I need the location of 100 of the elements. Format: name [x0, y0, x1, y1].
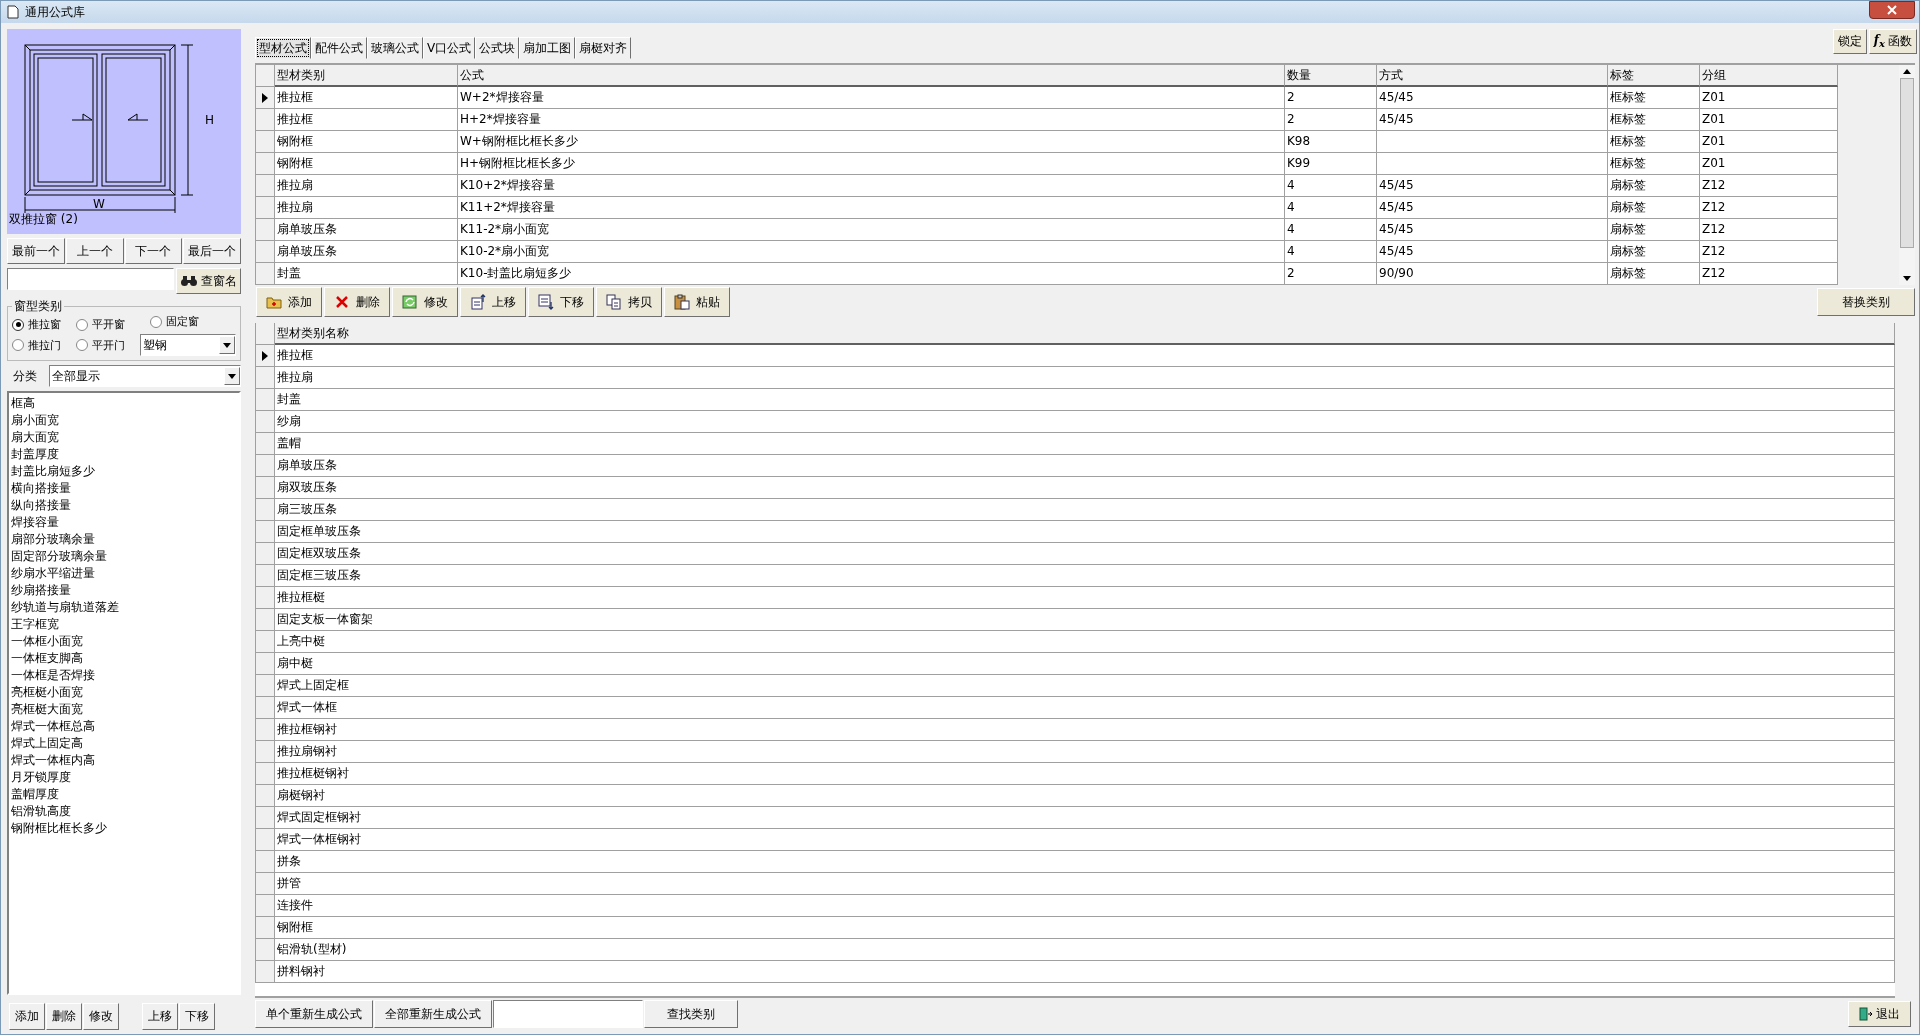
regenerate-button[interactable]: 全部重新生成公式 [374, 1000, 492, 1028]
list-action-button[interactable]: 添加 [9, 1003, 45, 1030]
parameter-item[interactable]: 焊接容量 [11, 514, 237, 531]
table-cell: 框标签 [1608, 153, 1700, 175]
scroll-down-icon[interactable] [1903, 276, 1911, 281]
replace-category-button[interactable]: 替换类别 [1817, 288, 1915, 316]
list-action-button[interactable]: 修改 [83, 1003, 119, 1030]
tab[interactable]: 配件公式 [311, 37, 367, 59]
radio-option[interactable]: 平开窗 [76, 317, 140, 332]
find-category-field[interactable] [493, 1000, 643, 1028]
parameter-item[interactable]: 月牙锁厚度 [11, 769, 237, 786]
parameter-item[interactable]: 一体框小面宽 [11, 633, 237, 650]
exit-button[interactable]: 退出 [1848, 1001, 1911, 1027]
parameter-item[interactable]: 扇小面宽 [11, 412, 237, 429]
down-icon [538, 294, 554, 310]
dropdown-arrow-icon [228, 373, 236, 379]
parameter-item[interactable]: 一体框是否焊接 [11, 667, 237, 684]
parameter-item[interactable]: 纱轨道与扇轨道落差 [11, 599, 237, 616]
table-cell: 推拉扇 [275, 367, 1895, 389]
category-dropdown[interactable]: 全部显示 [49, 365, 241, 387]
paste-button[interactable]: 粘贴 [664, 287, 730, 317]
parameter-item[interactable]: 框高 [11, 395, 237, 412]
parameter-item[interactable]: 扇大面宽 [11, 429, 237, 446]
radio-option[interactable]: 推拉门 [12, 337, 76, 353]
column-header[interactable]: 公式 [458, 65, 1285, 87]
tab[interactable]: 扇梃对齐 [575, 37, 632, 59]
parameter-item[interactable]: 焊式上固定高 [11, 735, 237, 752]
up-button[interactable]: 上移 [460, 287, 526, 317]
paste-icon [674, 294, 690, 310]
navigation-button[interactable]: 最前一个 [7, 238, 65, 264]
radio-option[interactable]: 平开门 [76, 337, 140, 353]
dropdown-arrow-icon [223, 342, 231, 348]
column-header[interactable]: 分组 [1700, 65, 1838, 87]
parameter-item[interactable]: 钢附框比框长多少 [11, 820, 237, 837]
tab[interactable]: 扇加工图 [519, 37, 576, 59]
navigation-button[interactable]: 最后一个 [183, 238, 241, 264]
column-header[interactable]: 数量 [1285, 65, 1377, 87]
parameter-item[interactable]: 盖帽厚度 [11, 786, 237, 803]
copy-icon [606, 294, 622, 310]
tab[interactable]: 公式块 [475, 37, 520, 59]
parameter-item[interactable]: 固定部分玻璃余量 [11, 548, 237, 565]
parameter-item[interactable]: 纱扇搭接量 [11, 582, 237, 599]
tab[interactable]: 玻璃公式 [367, 37, 423, 59]
close-button[interactable] [1869, 1, 1915, 19]
parameter-item[interactable]: 封盖厚度 [11, 446, 237, 463]
radio-option[interactable]: 推拉窗 [12, 317, 76, 332]
table-cell: 推拉框 [275, 87, 458, 109]
parameter-item[interactable]: 亮框梃小面宽 [11, 684, 237, 701]
radio-option[interactable]: 固定窗 [150, 314, 236, 329]
row-header[interactable] [255, 87, 275, 109]
exit-door-icon [1859, 1007, 1873, 1021]
parameter-item[interactable]: 封盖比扇短多少 [11, 463, 237, 480]
navigation-button[interactable]: 上一个 [65, 238, 124, 264]
parameter-item[interactable]: 铝滑轨高度 [11, 803, 237, 820]
document-icon [7, 5, 19, 19]
scrollbar[interactable] [1899, 65, 1915, 285]
category-label: 分类 [13, 367, 37, 385]
table-cell: K11-2*扇小面宽 [458, 219, 1285, 241]
scroll-up-icon[interactable] [1903, 69, 1911, 74]
parameter-item[interactable]: 横向搭接量 [11, 480, 237, 497]
width-label: W [93, 197, 105, 211]
list-action-button[interactable]: 上移 [142, 1003, 178, 1030]
lock-button[interactable]: 锁定 [1832, 29, 1867, 54]
function-button[interactable]: f$_{x}$ 函数 [1868, 29, 1917, 54]
navigation-button[interactable]: 下一个 [124, 238, 183, 264]
table-cell: Z12 [1700, 241, 1838, 263]
regenerate-button[interactable]: 单个重新生成公式 [255, 1000, 373, 1028]
delete-button[interactable]: 删除 [324, 287, 390, 317]
table-cell: 扇标签 [1608, 197, 1700, 219]
parameter-item[interactable]: 一体框支脚高 [11, 650, 237, 667]
window-name-field[interactable] [7, 268, 174, 290]
table-cell: 钢附框 [275, 153, 458, 175]
table-cell: K10-封盖比扇短多少 [458, 263, 1285, 285]
add-button[interactable]: 添加 [256, 287, 322, 317]
parameter-item[interactable]: 纱扇水平缩进量 [11, 565, 237, 582]
find-category-button[interactable]: 查找类别 [644, 1000, 738, 1028]
parameter-item[interactable]: 纵向搭接量 [11, 497, 237, 514]
parameter-item[interactable]: 焊式一体框内高 [11, 752, 237, 769]
down-button[interactable]: 下移 [528, 287, 594, 317]
list-action-button[interactable]: 下移 [179, 1003, 215, 1030]
column-header[interactable]: 型材类别 [275, 65, 458, 87]
parameter-item[interactable]: 焊式一体框总高 [11, 718, 237, 735]
material-dropdown[interactable]: 塑钢 [140, 334, 236, 356]
column-header[interactable]: 型材类别名称 [275, 323, 1895, 345]
table-cell: 4 [1285, 219, 1377, 241]
tab[interactable]: 型材公式 [255, 37, 311, 59]
column-header[interactable]: 方式 [1377, 65, 1608, 87]
list-action-button[interactable]: 删除 [46, 1003, 82, 1030]
row-header[interactable] [255, 345, 275, 367]
tab[interactable]: V口公式 [423, 37, 476, 59]
parameter-item[interactable]: 王字框宽 [11, 616, 237, 633]
parameter-item[interactable]: 扇部分玻璃余量 [11, 531, 237, 548]
parameter-item[interactable]: 亮框梃大面宽 [11, 701, 237, 718]
column-header[interactable]: 标签 [1608, 65, 1700, 87]
table-cell: 扇单玻压条 [275, 219, 458, 241]
row-header [255, 323, 275, 345]
find-window-button[interactable]: 查窗名 [176, 268, 241, 294]
table-cell: 45/45 [1377, 87, 1608, 109]
edit-button[interactable]: 修改 [392, 287, 458, 317]
copy-button[interactable]: 拷贝 [596, 287, 662, 317]
